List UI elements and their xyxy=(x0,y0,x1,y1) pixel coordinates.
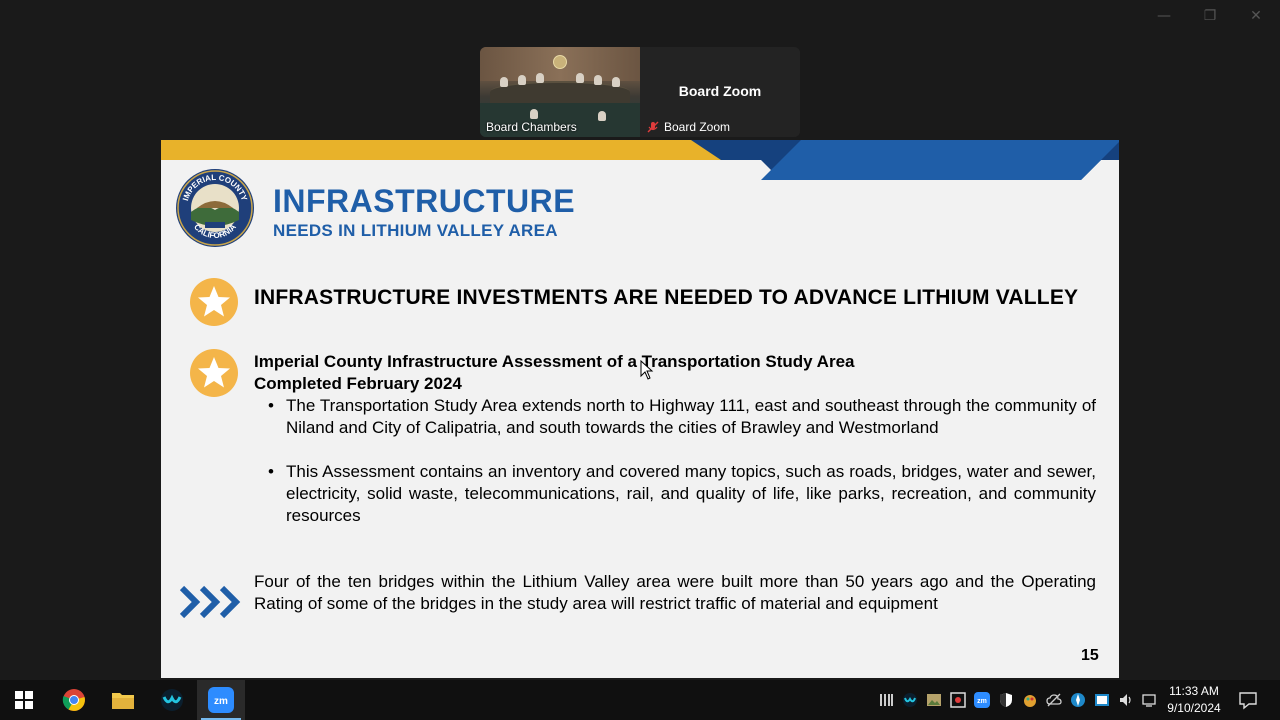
person-figure xyxy=(598,111,606,121)
muted-mic-icon xyxy=(647,121,659,133)
webex-taskbar-button[interactable] xyxy=(148,680,196,720)
chamber-seal-icon xyxy=(553,55,567,69)
participant-video-tile[interactable]: Board Chambers xyxy=(480,47,640,137)
cloud-tray-icon[interactable] xyxy=(1046,692,1062,708)
antivirus-tray-icon[interactable] xyxy=(950,692,966,708)
network-icon[interactable] xyxy=(1142,692,1158,708)
zoom-icon: zm xyxy=(208,687,234,713)
person-figure xyxy=(594,75,602,85)
file-explorer-taskbar-button[interactable] xyxy=(99,680,147,720)
person-figure xyxy=(576,73,584,83)
speaker-icon[interactable] xyxy=(1118,692,1134,708)
folder-icon xyxy=(112,693,134,709)
bars-icon[interactable] xyxy=(878,692,894,708)
star-icon xyxy=(190,278,238,326)
participant-label: Board Chambers xyxy=(486,120,577,134)
network-app-tray-icon[interactable] xyxy=(1070,692,1086,708)
svg-text:zm: zm xyxy=(214,696,228,707)
star-icon xyxy=(190,349,238,397)
clock-date: 9/10/2024 xyxy=(1167,701,1221,715)
color-palette-tray-icon[interactable] xyxy=(1022,692,1038,708)
minimize-button[interactable]: — xyxy=(1152,8,1176,24)
start-button[interactable] xyxy=(0,680,48,720)
shared-slide: IMPERIAL COUNTY CALIFORNIA INFRASTRUCTUR… xyxy=(161,140,1119,678)
maximize-button[interactable]: ❐ xyxy=(1198,8,1222,24)
bullet-item: This Assessment contains an inventory an… xyxy=(268,461,1096,527)
person-figure xyxy=(500,77,508,87)
assessment-title: Imperial County Infrastructure Assessmen… xyxy=(254,351,1014,395)
person-figure xyxy=(518,75,526,85)
assessment-title-line: Completed February 2024 xyxy=(254,374,462,393)
participant-name: Board Zoom xyxy=(678,83,762,99)
assessment-bullets: The Transportation Study Area extends no… xyxy=(268,395,1096,549)
zoom-taskbar-button[interactable]: zm xyxy=(197,680,245,720)
slide-subtitle: NEEDS IN LITHIUM VALLEY AREA xyxy=(273,221,558,240)
zoom-window: — ❐ ✕ Board Chambers Board Zoom Board Zo… xyxy=(0,0,1280,720)
close-button[interactable]: ✕ xyxy=(1244,8,1268,24)
display-tray-icon[interactable] xyxy=(1094,692,1110,708)
participant-label: Board Zoom xyxy=(664,120,731,134)
svg-text:zm: zm xyxy=(977,698,987,705)
person-figure xyxy=(530,109,538,119)
participant-strip: Board Chambers Board Zoom Board Zoom xyxy=(480,47,800,137)
mouse-cursor-icon xyxy=(640,360,654,380)
person-figure xyxy=(612,77,620,87)
bridges-note: Four of the ten bridges within the Lithi… xyxy=(254,572,1096,613)
bullet-item: The Transportation Study Area extends no… xyxy=(268,395,1096,439)
chamber-dais xyxy=(490,81,630,103)
slide-headline: INFRASTRUCTURE INVESTMENTS ARE NEEDED TO… xyxy=(254,286,1079,309)
person-figure xyxy=(536,73,544,83)
taskbar: zm xyxy=(0,680,1280,720)
participant-name-tile[interactable]: Board Zoom Board Zoom xyxy=(640,47,800,137)
webex-icon xyxy=(161,689,183,711)
clock-time: 11:33 AM xyxy=(1169,684,1219,698)
shield-tray-icon[interactable] xyxy=(998,692,1014,708)
page-number: 15 xyxy=(1081,647,1099,664)
county-seal-logo: IMPERIAL COUNTY CALIFORNIA xyxy=(176,169,254,247)
webex-tray-icon[interactable] xyxy=(902,692,918,708)
slide-title: INFRASTRUCTURE xyxy=(273,183,576,219)
chrome-taskbar-button[interactable] xyxy=(50,680,98,720)
zoom-tray-icon[interactable]: zm xyxy=(974,692,990,708)
image-tray-icon[interactable] xyxy=(926,692,942,708)
chrome-icon xyxy=(62,689,85,711)
windows-logo-icon xyxy=(15,691,33,709)
chevron-arrows-icon xyxy=(180,585,241,619)
assessment-title-line: Imperial County Infrastructure Assessmen… xyxy=(254,352,855,371)
notifications-icon[interactable] xyxy=(1238,690,1258,710)
slide-banner xyxy=(161,140,1119,180)
system-clock[interactable]: 11:33 AM 9/10/2024 xyxy=(1160,683,1228,717)
